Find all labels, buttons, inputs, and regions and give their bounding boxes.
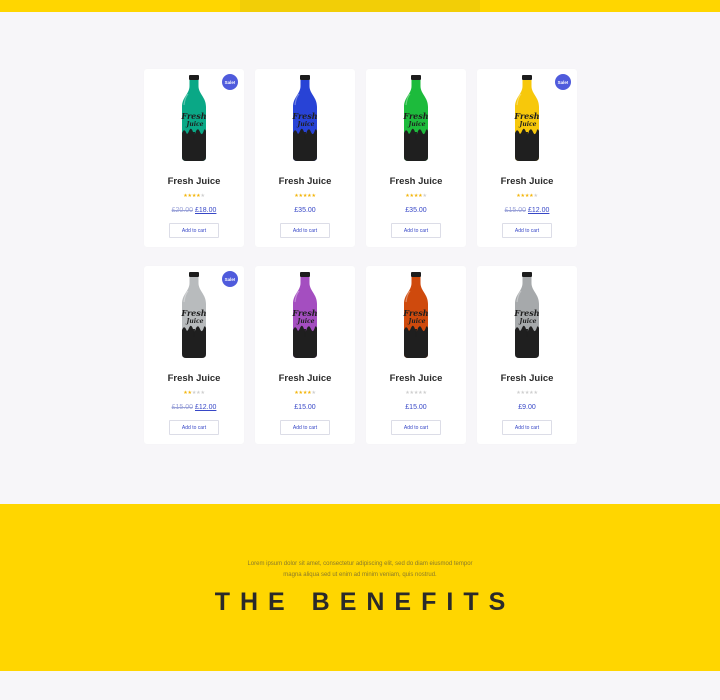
sale-badge: Sale! <box>222 271 238 287</box>
product-card[interactable]: Sale! Fresh Juice Fresh Juice ★★★★★ £15.00… <box>144 266 244 444</box>
product-image[interactable]: Fresh Juice <box>401 272 431 359</box>
benefits-text-line2: magna aliqua sed ut enim ad minim veniam… <box>283 572 437 578</box>
product-card[interactable]: Fresh Juice Fresh Juice ★★★★★ £9.00 Add to … <box>477 266 577 444</box>
star-rating: ★★★★★ <box>255 390 355 396</box>
add-to-cart-button[interactable]: Add to cart <box>280 420 330 435</box>
product-price: £15.00 £12.00 <box>477 206 577 215</box>
bottle-label-line1: Fresh <box>291 111 317 121</box>
product-card[interactable]: Fresh Juice Fresh Juice ★★★★★ £35.00 Add to… <box>255 69 355 247</box>
product-image[interactable]: Fresh Juice <box>179 75 209 162</box>
bottle-label-line1: Fresh <box>180 111 206 121</box>
star-rating: ★★★★★ <box>144 193 244 199</box>
star-rating: ★★★★★ <box>366 193 466 199</box>
bottle-label-line2: Juice <box>186 318 204 325</box>
product-title[interactable]: Fresh Juice <box>366 176 466 187</box>
add-to-cart-button[interactable]: Add to cart <box>169 223 219 238</box>
sale-price: £12.00 <box>195 404 217 411</box>
benefits-section: Lorem ipsum dolor sit amet, consectetur … <box>0 504 720 671</box>
product-image[interactable]: Fresh Juice <box>290 75 320 162</box>
product-card[interactable]: Sale! Fresh Juice Fresh Juice ★★★★★ £20.00… <box>144 69 244 247</box>
current-price: £35.00 <box>294 207 316 214</box>
product-image[interactable]: Fresh Juice <box>512 75 542 162</box>
product-price: £35.00 <box>366 206 466 215</box>
benefits-description: Lorem ipsum dolor sit amet, consectetur … <box>220 559 500 581</box>
product-price: £9.00 <box>477 403 577 412</box>
product-image[interactable]: Fresh Juice <box>401 75 431 162</box>
add-to-cart-button[interactable]: Add to cart <box>502 420 552 435</box>
old-price: £15.00 <box>171 404 193 411</box>
product-price: £20.00 £18.00 <box>144 206 244 215</box>
product-title[interactable]: Fresh Juice <box>255 176 355 187</box>
star-icon: ★ <box>200 193 205 199</box>
current-price: £15.00 <box>294 404 316 411</box>
product-title[interactable]: Fresh Juice <box>477 373 577 384</box>
product-title[interactable]: Fresh Juice <box>477 176 577 187</box>
old-price: £15.00 <box>504 207 526 214</box>
bottle-label-line1: Fresh <box>180 308 206 318</box>
bottle-label-line1: Fresh <box>291 308 317 318</box>
sale-badge: Sale! <box>555 74 571 90</box>
top-bar-active-tab <box>240 0 480 12</box>
benefits-text-line1: Lorem ipsum dolor sit amet, consectetur … <box>247 561 473 567</box>
product-image[interactable]: Fresh Juice <box>179 272 209 359</box>
product-card[interactable]: Fresh Juice Fresh Juice ★★★★★ £35.00 Add to… <box>366 69 466 247</box>
bottle-label-line1: Fresh <box>402 308 428 318</box>
product-card[interactable]: Fresh Juice Fresh Juice ★★★★★ £15.00 Add to… <box>366 266 466 444</box>
bottle-label-line2: Juice <box>297 318 315 325</box>
product-card[interactable]: Fresh Juice Fresh Juice ★★★★★ £15.00 Add to… <box>255 266 355 444</box>
star-rating: ★★★★★ <box>477 390 577 396</box>
star-icon: ★ <box>200 390 205 396</box>
star-rating: ★★★★★ <box>255 193 355 199</box>
bottle-label-line2: Juice <box>519 121 537 128</box>
sale-price: £18.00 <box>195 207 217 214</box>
product-title[interactable]: Fresh Juice <box>144 176 244 187</box>
product-price: £15.00 £12.00 <box>144 403 244 412</box>
star-rating: ★★★★★ <box>477 193 577 199</box>
product-title[interactable]: Fresh Juice <box>144 373 244 384</box>
star-rating: ★★★★★ <box>366 390 466 396</box>
add-to-cart-button[interactable]: Add to cart <box>391 420 441 435</box>
product-card[interactable]: Sale! Fresh Juice Fresh Juice ★★★★★ £15.00… <box>477 69 577 247</box>
star-icon: ★ <box>533 390 538 396</box>
old-price: £20.00 <box>171 207 193 214</box>
product-image[interactable]: Fresh Juice <box>512 272 542 359</box>
bottle-label-line2: Juice <box>186 121 204 128</box>
bottle-label-line2: Juice <box>408 318 426 325</box>
bottle-label-line2: Juice <box>519 318 537 325</box>
bottle-label-line1: Fresh <box>513 308 539 318</box>
bottle-label-line2: Juice <box>297 121 315 128</box>
star-icon: ★ <box>311 390 316 396</box>
product-price: £15.00 <box>366 403 466 412</box>
add-to-cart-button[interactable]: Add to cart <box>280 223 330 238</box>
benefits-title: THE BENEFITS <box>214 588 516 616</box>
add-to-cart-button[interactable]: Add to cart <box>169 420 219 435</box>
product-image[interactable]: Fresh Juice <box>290 272 320 359</box>
product-title[interactable]: Fresh Juice <box>255 373 355 384</box>
star-rating: ★★★★★ <box>144 390 244 396</box>
sale-price: £12.00 <box>528 207 550 214</box>
current-price: £35.00 <box>405 207 427 214</box>
bottle-label-line1: Fresh <box>513 111 539 121</box>
sale-badge: Sale! <box>222 74 238 90</box>
product-price: £15.00 <box>255 403 355 412</box>
star-icon: ★ <box>422 390 427 396</box>
product-price: £35.00 <box>255 206 355 215</box>
product-title[interactable]: Fresh Juice <box>366 373 466 384</box>
star-icon: ★ <box>422 193 427 199</box>
top-yellow-bar <box>0 0 720 12</box>
add-to-cart-button[interactable]: Add to cart <box>391 223 441 238</box>
star-icon: ★ <box>533 193 538 199</box>
star-icon: ★ <box>311 193 316 199</box>
add-to-cart-button[interactable]: Add to cart <box>502 223 552 238</box>
product-grid: Sale! Fresh Juice Fresh Juice ★★★★★ £20.00… <box>144 69 577 444</box>
current-price: £9.00 <box>518 404 536 411</box>
bottle-label-line1: Fresh <box>402 111 428 121</box>
bottle-label-line2: Juice <box>408 121 426 128</box>
current-price: £15.00 <box>405 404 427 411</box>
